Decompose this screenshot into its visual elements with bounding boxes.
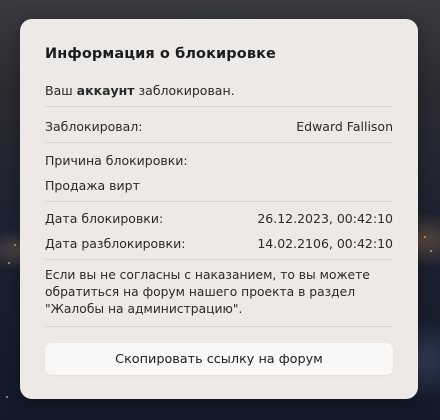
blocked-by-value: Edward Fallison xyxy=(296,119,393,134)
divider xyxy=(45,259,393,260)
block-date-label: Дата блокировки: xyxy=(45,211,164,226)
block-date-row: Дата блокировки: 26.12.2023, 00:42:10 xyxy=(45,211,393,226)
divider xyxy=(45,326,393,327)
unblock-date-value: 14.02.2106, 00:42:10 xyxy=(257,236,393,251)
city-light xyxy=(14,244,16,246)
account-status: Ваш аккаунт заблокирован. xyxy=(45,83,393,98)
blocked-by-row: Заблокировал: Edward Fallison xyxy=(45,119,393,134)
city-light xyxy=(424,236,426,238)
block-date-value: 26.12.2023, 00:42:10 xyxy=(257,211,393,226)
appeal-notice: Если вы не согласны с наказанием, то вы … xyxy=(45,268,370,316)
reason-value-row: Продажа вирт xyxy=(45,178,393,193)
status-suffix: заблокирован. xyxy=(138,83,235,98)
unblock-date-row: Дата разблокировки: 14.02.2106, 00:42:10 xyxy=(45,236,393,251)
city-light xyxy=(6,396,8,398)
divider xyxy=(45,106,393,107)
account-status-text: Ваш аккаунт заблокирован. xyxy=(45,83,235,98)
status-prefix: Ваш xyxy=(45,83,73,98)
blocked-by-label: Заблокировал: xyxy=(45,119,143,134)
reason-label-row: Причина блокировки: xyxy=(45,153,393,168)
divider xyxy=(45,142,393,143)
divider xyxy=(45,201,393,202)
status-emphasis: аккаунт xyxy=(76,83,135,98)
ban-info-dialog: Информация о блокировке Ваш аккаунт забл… xyxy=(20,19,418,399)
reason-value: Продажа вирт xyxy=(45,178,140,193)
city-light xyxy=(8,262,10,264)
reason-label: Причина блокировки: xyxy=(45,153,188,168)
city-light xyxy=(430,250,432,252)
dialog-title: Информация о блокировке xyxy=(45,46,276,62)
unblock-date-label: Дата разблокировки: xyxy=(45,236,186,251)
copy-forum-link-button[interactable]: Скопировать ссылку на форум xyxy=(45,343,393,375)
